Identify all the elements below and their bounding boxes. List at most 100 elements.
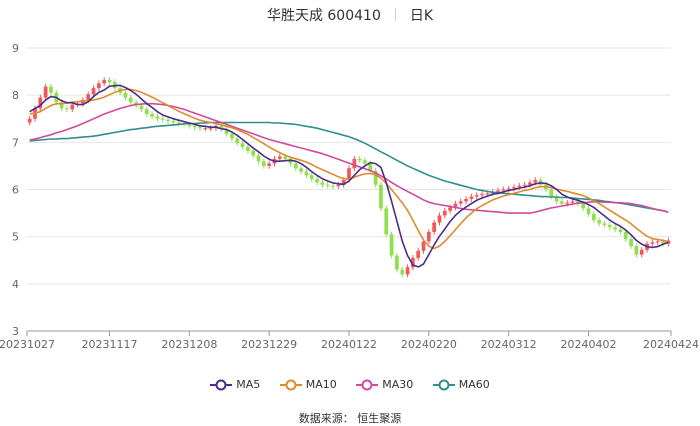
x-tick-label: 20240402	[561, 338, 617, 351]
candle	[379, 181, 383, 212]
candle-body	[533, 180, 538, 183]
candle-body	[469, 196, 474, 199]
candle-body	[352, 158, 357, 169]
legend-ma10[interactable]: MA10	[279, 378, 337, 391]
candle-body	[96, 83, 101, 89]
candle	[27, 115, 32, 126]
candle	[405, 264, 410, 278]
candle-body	[166, 119, 170, 122]
candle	[464, 196, 468, 205]
candle-body	[128, 97, 133, 103]
candle	[49, 83, 53, 96]
candle	[607, 222, 612, 231]
legend-ma60[interactable]: MA60	[432, 378, 490, 391]
candle-body	[171, 121, 176, 123]
candle-body	[586, 208, 591, 215]
candle-body	[192, 125, 197, 128]
candle	[554, 193, 559, 205]
candle-body	[623, 231, 628, 240]
legend-ma30-label: MA30	[382, 378, 414, 391]
candle-body	[432, 222, 437, 232]
candle	[586, 205, 591, 217]
candle	[261, 158, 266, 169]
candle-body	[261, 161, 266, 166]
candle-body	[607, 224, 612, 228]
candle	[43, 83, 48, 101]
candle-body	[315, 179, 319, 183]
candle-body	[458, 201, 463, 204]
candle-body	[448, 207, 452, 211]
candle	[160, 115, 165, 123]
candle	[256, 152, 261, 165]
candle-body	[43, 86, 48, 98]
candle-body	[139, 105, 144, 110]
candle-body	[325, 184, 330, 186]
candle	[597, 217, 602, 227]
candle-body	[416, 250, 421, 258]
candle-body	[613, 227, 617, 230]
candle-body	[309, 175, 314, 180]
candle	[128, 94, 133, 106]
candle-body	[123, 92, 128, 98]
candle-body	[474, 195, 479, 197]
candle-body	[283, 156, 287, 159]
candle	[144, 106, 149, 117]
candle-body	[86, 94, 91, 100]
candle	[639, 247, 644, 258]
legend-ma5-icon	[210, 379, 233, 390]
candle-body	[437, 215, 442, 223]
candle-body	[256, 155, 261, 162]
candle-body	[144, 109, 149, 115]
candle-body	[176, 122, 181, 124]
candle-body	[650, 242, 655, 244]
candle-body	[591, 214, 596, 221]
candle-body	[150, 114, 154, 117]
legend-ma30[interactable]: MA30	[356, 378, 413, 391]
y-tick-label: 3	[12, 325, 19, 338]
candle-body	[331, 185, 335, 187]
x-tick-label: 20240424	[643, 338, 699, 351]
y-tick-label: 4	[12, 278, 19, 291]
candle	[650, 239, 655, 247]
candle-body	[267, 163, 272, 166]
legend: MA5 MA10 MA30 MA60	[0, 378, 700, 394]
candle-body	[618, 229, 623, 232]
candle	[123, 89, 128, 101]
candle-body	[91, 88, 96, 95]
candle-body	[155, 116, 160, 119]
candle	[602, 220, 607, 228]
candle-body	[320, 182, 325, 185]
legend-ma5-label: MA5	[236, 378, 261, 391]
candle	[629, 236, 633, 249]
candle	[267, 160, 272, 169]
candle	[400, 266, 405, 278]
candle-body	[70, 104, 75, 110]
y-tick-label: 9	[12, 42, 19, 55]
candle-body	[560, 201, 564, 204]
candle-body	[602, 223, 607, 225]
candle-body	[389, 234, 394, 256]
candle-body	[565, 202, 570, 204]
candle-body	[240, 143, 245, 148]
y-tick-label: 6	[12, 184, 19, 197]
candle	[65, 105, 69, 113]
legend-ma5[interactable]: MA5	[210, 378, 260, 391]
candle-body	[277, 156, 282, 159]
candle-body	[246, 147, 250, 151]
candle	[155, 113, 160, 122]
candlestick-chart: 3 4 5 6 7 8 9 20231027 20231117 20231208 20231229…	[0, 42, 699, 351]
candle	[432, 219, 437, 235]
candle-body	[549, 189, 554, 197]
x-tick-label: 20231117	[81, 338, 137, 351]
candle	[315, 176, 319, 186]
candle	[150, 111, 154, 120]
candle-body	[208, 128, 213, 130]
candle	[416, 247, 421, 261]
candle	[474, 192, 479, 200]
candle-body	[49, 86, 53, 93]
candle-body	[336, 184, 341, 187]
candle	[38, 94, 43, 112]
legend-ma10-label: MA10	[305, 378, 337, 391]
candle-body	[363, 160, 367, 164]
candle	[613, 224, 617, 233]
